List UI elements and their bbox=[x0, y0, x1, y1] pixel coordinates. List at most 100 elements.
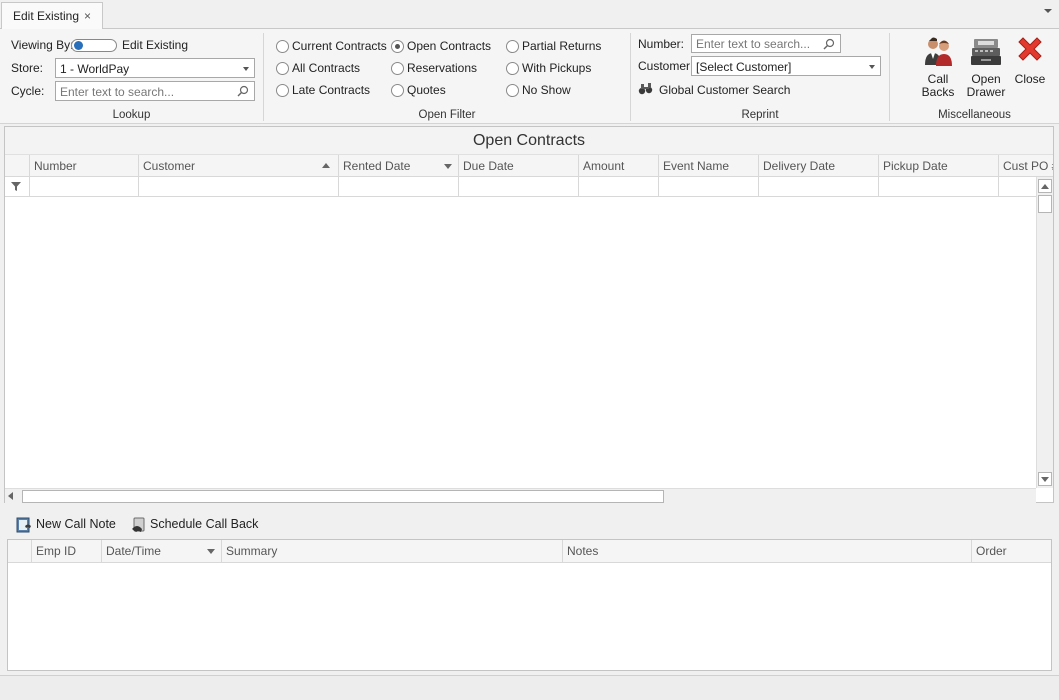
row-indicator-header bbox=[5, 155, 29, 177]
column-header-pickup-date[interactable]: Pickup Date bbox=[878, 155, 998, 177]
open-drawer-label-line2: Drawer bbox=[966, 85, 1006, 99]
column-header-notes[interactable]: Notes bbox=[562, 540, 971, 563]
cycle-search-input[interactable]: Enter text to search... bbox=[55, 81, 255, 101]
filter-cell-number[interactable] bbox=[29, 177, 138, 196]
binoculars-icon bbox=[638, 83, 653, 95]
column-header-amount[interactable]: Amount bbox=[578, 155, 658, 177]
filter-cell-amount[interactable] bbox=[578, 177, 658, 196]
column-header-date-time[interactable]: Date/Time bbox=[101, 540, 221, 563]
filter-icon bbox=[11, 182, 21, 191]
filter-cell-delivery-date[interactable] bbox=[758, 177, 878, 196]
radio-button[interactable] bbox=[506, 62, 519, 75]
open-drawer-label: Open Drawer bbox=[963, 73, 1009, 99]
sort-ascending-icon bbox=[322, 163, 330, 168]
call-backs-button[interactable]: Call Backs bbox=[910, 35, 966, 101]
miscellaneous-group-label: Miscellaneous bbox=[938, 109, 1011, 121]
filter-cell-customer[interactable] bbox=[138, 177, 338, 196]
vertical-scroll-thumb[interactable] bbox=[1038, 195, 1052, 213]
close-icon bbox=[1018, 37, 1042, 61]
cycle-label: Cycle: bbox=[11, 84, 45, 98]
row-indicator-header bbox=[8, 540, 31, 563]
reprint-number-label: Number: bbox=[638, 37, 685, 51]
notes-header-row: Emp ID Date/Time Summary Notes Order bbox=[8, 540, 1051, 563]
tab-strip: Edit Existing × bbox=[0, 0, 1059, 30]
store-value: 1 - WorldPay bbox=[60, 62, 130, 76]
reprint-number-input[interactable]: Enter text to search... bbox=[691, 34, 841, 53]
horizontal-scrollbar[interactable] bbox=[5, 488, 1036, 503]
filter-cell-event-name[interactable] bbox=[658, 177, 758, 196]
radio-label: Quotes bbox=[407, 83, 446, 97]
radio-button[interactable] bbox=[391, 62, 404, 75]
cash-register-icon bbox=[971, 39, 1001, 65]
tab-edit-existing[interactable]: Edit Existing × bbox=[1, 2, 103, 30]
radio-button-selected[interactable] bbox=[391, 40, 404, 53]
filter-cell-pickup-date[interactable] bbox=[878, 177, 998, 196]
chevron-left-icon bbox=[8, 492, 13, 500]
chevron-down-icon bbox=[243, 67, 249, 71]
store-select[interactable]: 1 - WorldPay bbox=[55, 58, 255, 78]
radio-button[interactable] bbox=[391, 84, 404, 97]
toggle-knob bbox=[74, 41, 83, 50]
column-header-customer[interactable]: Customer bbox=[138, 155, 338, 177]
phone-schedule-icon bbox=[132, 517, 145, 532]
radio-button[interactable] bbox=[506, 84, 519, 97]
viewing-by-label: Viewing By: bbox=[11, 38, 74, 52]
filter-cell-due-date[interactable] bbox=[458, 177, 578, 196]
notebook-phone-icon bbox=[16, 517, 31, 533]
filter-cell-cust-po[interactable] bbox=[998, 177, 1037, 196]
tab-close-icon[interactable]: × bbox=[84, 9, 91, 23]
radio-label: Late Contracts bbox=[292, 83, 371, 97]
radio-button[interactable] bbox=[276, 40, 289, 53]
scroll-up-button[interactable] bbox=[1038, 179, 1052, 193]
radio-button[interactable] bbox=[506, 40, 519, 53]
column-header-cust-po[interactable]: Cust PO # bbox=[998, 155, 1053, 177]
radio-button[interactable] bbox=[276, 62, 289, 75]
new-call-note-button[interactable]: New Call Note bbox=[16, 516, 116, 534]
open-contracts-grid[interactable]: Open Contracts Number Customer Rented Da… bbox=[4, 126, 1054, 503]
radio-label: All Contracts bbox=[292, 61, 361, 75]
schedule-call-back-button[interactable]: Schedule Call Back bbox=[131, 516, 258, 534]
column-header-due-date[interactable]: Due Date bbox=[458, 155, 578, 177]
close-button[interactable]: Close bbox=[1010, 35, 1050, 101]
filter-cell-rented-date[interactable] bbox=[338, 177, 458, 196]
column-header-customer-label: Customer bbox=[143, 159, 196, 173]
viewing-by-toggle[interactable] bbox=[71, 39, 117, 52]
grid-title: Open Contracts bbox=[5, 127, 1053, 155]
scroll-down-button[interactable] bbox=[1038, 472, 1052, 486]
chevron-down-icon bbox=[1041, 477, 1049, 482]
chevron-down-icon bbox=[869, 65, 875, 69]
vertical-scrollbar[interactable] bbox=[1036, 177, 1053, 488]
column-header-summary[interactable]: Summary bbox=[221, 540, 562, 563]
column-header-number[interactable]: Number bbox=[29, 155, 138, 177]
reprint-customer-label: Customer: bbox=[638, 59, 694, 73]
ribbon: Viewing By: Edit Existing Store: 1 - Wor… bbox=[0, 29, 1059, 124]
radio-label: With Pickups bbox=[522, 61, 592, 75]
chevron-up-icon bbox=[1041, 184, 1049, 189]
reprint-number-placeholder: Enter text to search... bbox=[696, 37, 811, 51]
call-notes-grid[interactable]: Emp ID Date/Time Summary Notes Order bbox=[7, 539, 1052, 671]
column-header-emp-id[interactable]: Emp ID bbox=[31, 540, 101, 563]
column-header-delivery-date[interactable]: Delivery Date bbox=[758, 155, 878, 177]
reprint-customer-value: [Select Customer] bbox=[696, 60, 792, 74]
global-customer-search-label: Global Customer Search bbox=[659, 83, 791, 97]
column-header-event-name[interactable]: Event Name bbox=[658, 155, 758, 177]
reprint-customer-select[interactable]: [Select Customer] bbox=[691, 56, 881, 76]
grid-header-row: Number Customer Rented Date Due Date Amo… bbox=[5, 155, 1053, 177]
tab-label: Edit Existing bbox=[13, 9, 80, 23]
radio-button[interactable] bbox=[276, 84, 289, 97]
column-header-rented-date[interactable]: Rented Date bbox=[338, 155, 458, 177]
filter-row-indicator bbox=[5, 177, 29, 196]
column-header-order[interactable]: Order bbox=[971, 540, 1051, 563]
global-customer-search-link[interactable]: Global Customer Search bbox=[638, 82, 790, 98]
auto-filter-row bbox=[5, 177, 1037, 197]
column-header-rented-date-label: Rented Date bbox=[343, 159, 411, 173]
radio-label: No Show bbox=[522, 83, 571, 97]
radio-label: Open Contracts bbox=[407, 39, 492, 53]
radio-label: Reservations bbox=[407, 61, 478, 75]
horizontal-scroll-thumb[interactable] bbox=[22, 490, 664, 503]
tab-list-dropdown-icon[interactable] bbox=[1044, 9, 1052, 13]
open-drawer-button[interactable]: Open Drawer bbox=[963, 35, 1009, 101]
call-notes-toolbar: New Call Note Schedule Call Back bbox=[4, 511, 1054, 538]
viewing-by-value: Edit Existing bbox=[122, 38, 189, 52]
column-header-date-time-label: Date/Time bbox=[106, 544, 161, 558]
